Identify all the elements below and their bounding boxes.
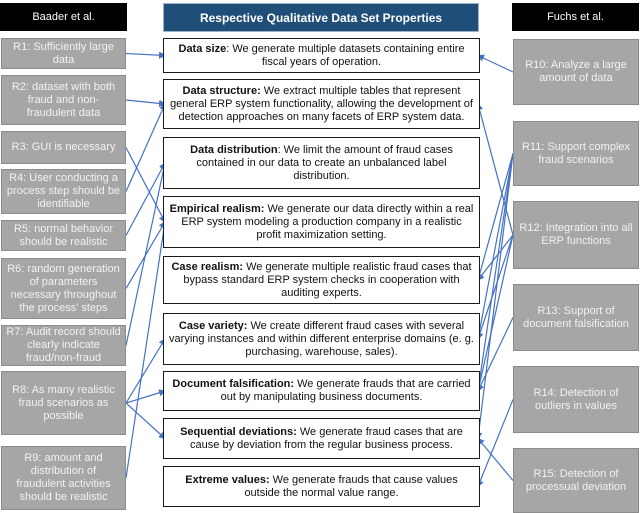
requirement-r15: R15: Detection of processual deviation [513,448,639,513]
connector-r14-to-extreme [476,399,514,488]
connector-r12-to-case_realism [477,234,514,281]
connector-r8-to-doc [125,389,167,404]
property-data-distribution: Data distribution: We limit the amount o… [163,137,480,189]
requirement-r11: R11: Support complex fraud scenarios [513,121,639,186]
property-sequential-deviations: Sequential deviations: We generate fraud… [163,418,480,459]
requirement-r4: R4: User conducting a process step shoul… [1,169,126,214]
requirement-r5: R5: normal behavior should be realistic [1,220,126,251]
property-case-realism: Case realism: We generate multiple reali… [163,256,480,304]
requirement-r12: R12: Integration into all ERP functions [513,201,639,269]
property-empirical-realism: Empirical realism: We generate our data … [163,196,480,248]
connector-r8-to-variety [125,337,166,404]
requirement-r7: R7: Audit record should clearly indicate… [1,325,126,366]
requirement-r13: R13: Support of document falsification [513,284,639,351]
connector-r11-to-sequential [475,153,514,440]
connector-r3-to-empirical [125,147,166,224]
connector-r1-to-size [125,51,167,59]
right-column-header: Fuchs et al. [512,3,639,31]
requirement-r9: R9: amount and distribution of fraudulen… [1,446,126,510]
property-data-structure: Data structure: We extract multiple tabl… [163,79,480,129]
connector-r6-to-empirical [125,220,166,289]
connector-r12-to-doc [475,234,514,393]
connector-r13-to-doc [477,317,514,393]
requirement-r10: R10: Analyze a large amount of data [513,39,639,105]
property-data-size: Data size: We generate multiple datasets… [163,38,480,73]
connector-r9-to-empirical [125,220,168,479]
connector-r15-to-sequential [477,437,514,481]
requirement-r1: R1: Sufficiently large data [1,38,126,69]
property-case-variety: Case variety: We create different fraud … [163,313,480,365]
connector-r8-to-sequential [125,402,166,440]
connector-r11-to-doc [475,153,514,393]
connector-r5-to-distribution [125,161,166,236]
requirement-r3: R3: GUI is necessary [1,131,126,164]
center-column-header: Respective Qualitative Data Set Properti… [163,3,479,32]
requirement-r6: R6: random generation of parameters nece… [1,258,126,319]
connector-r10-to-size [476,54,514,73]
connector-r12-to-variety [476,234,514,341]
requirement-r14: R14: Detection of outliers in values [513,366,639,433]
connector-r4-to-structure [125,102,166,192]
connector-r11-to-case_realism [476,153,514,282]
connector-r12-to-structure [476,102,514,236]
property-extreme-values: Extreme values: We generate frauds that … [163,466,480,507]
requirement-r2: R2: dataset with both fraud and non-frau… [1,75,126,125]
connector-r7-to-distribution [125,161,168,346]
requirement-r8: R8: As many realistic fraud scenarios as… [1,371,126,435]
property-document-falsification: Document falsification: We generate frau… [163,371,480,411]
left-column-header: Baader et al. [0,3,127,31]
connector-r11-to-variety [475,153,514,341]
connector-r2-to-structure [125,99,167,107]
